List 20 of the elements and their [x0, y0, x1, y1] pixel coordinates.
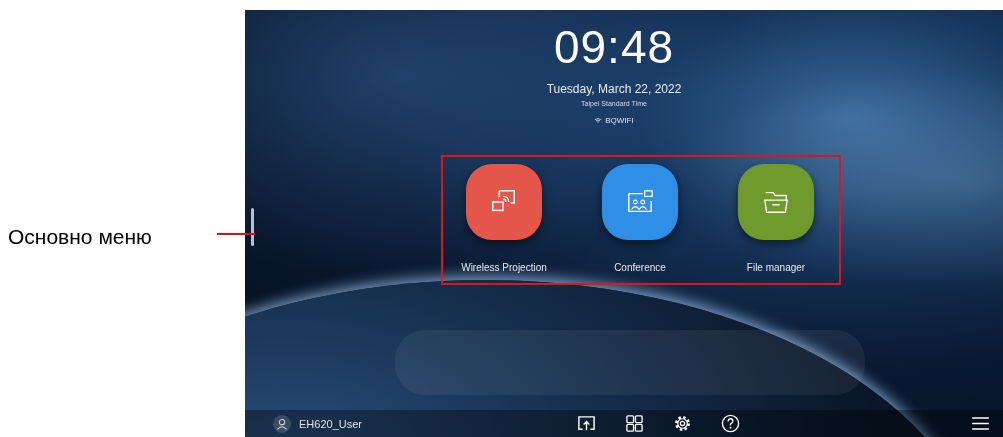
user-name[interactable]: EH620_User — [299, 417, 362, 430]
app-label: Wireless Projection — [461, 262, 547, 273]
app-tile[interactable] — [466, 164, 542, 240]
wifi-icon — [594, 118, 603, 123]
network-name: BQWIFI — [605, 116, 634, 125]
side-handle[interactable] — [251, 208, 254, 246]
app-grid-icon[interactable] — [625, 414, 644, 433]
clock-time: 09:48 — [553, 24, 675, 70]
clock-date: Tuesday, March 22, 2022 — [546, 82, 682, 96]
leader-line — [217, 233, 255, 235]
callout-label: Основно меню — [8, 224, 152, 249]
help-icon[interactable] — [721, 414, 740, 433]
share-screen-icon[interactable] — [577, 414, 596, 433]
menu-icon[interactable] — [972, 417, 989, 430]
settings-icon[interactable] — [673, 414, 692, 433]
user-icon — [273, 414, 291, 433]
app-tile[interactable] — [738, 164, 814, 240]
app-label: Conference — [614, 262, 666, 273]
app-tile[interactable] — [602, 164, 678, 240]
app-label: File manager — [746, 262, 806, 273]
